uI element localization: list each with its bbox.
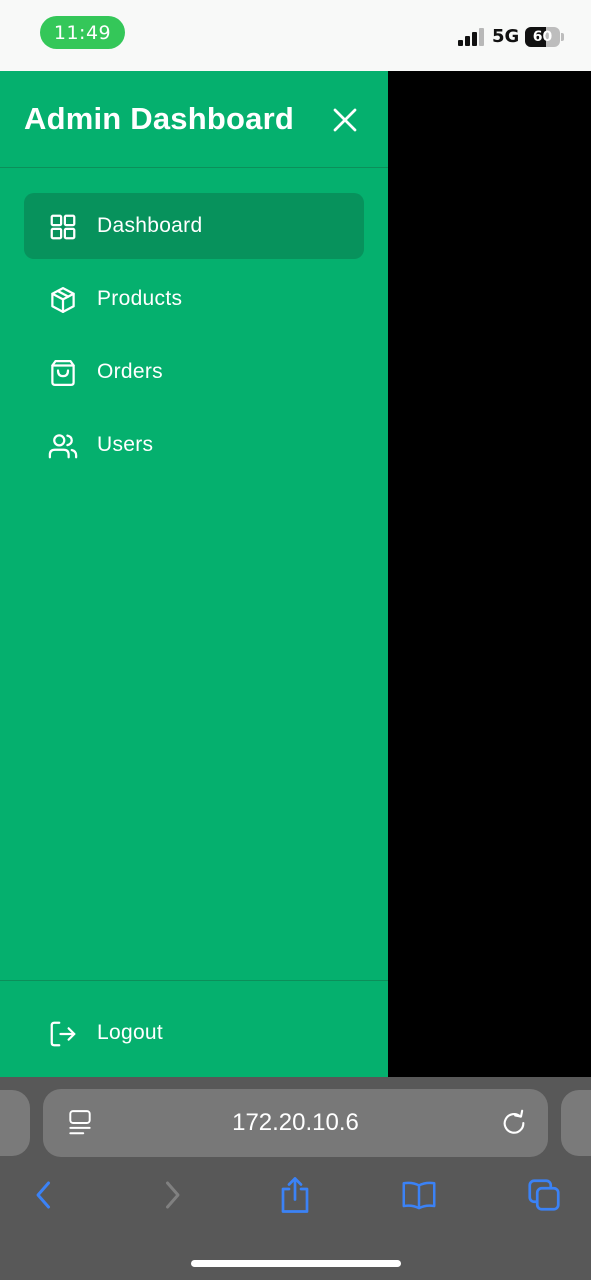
logout-button[interactable]: Logout (24, 1000, 364, 1066)
shopping-bag-icon (51, 360, 75, 386)
sidebar-item-label: Orders (97, 360, 163, 383)
cellular-signal-icon (458, 28, 484, 46)
grid-icon (50, 214, 76, 240)
sidebar-title: Admin Dashboard (24, 101, 294, 136)
status-bar: 11:49 5G 60 (0, 0, 591, 71)
share-icon[interactable] (277, 1175, 313, 1215)
url-text: 172.20.10.6 (232, 1109, 359, 1136)
home-indicator[interactable] (191, 1260, 401, 1267)
previous-tab-preview[interactable] (0, 1090, 30, 1156)
sidebar-item-label: Dashboard (97, 214, 203, 237)
back-icon[interactable] (26, 1175, 62, 1215)
address-bar[interactable]: 172.20.10.6 (43, 1089, 548, 1157)
next-tab-preview[interactable] (561, 1090, 591, 1156)
bookmarks-icon[interactable] (401, 1175, 437, 1215)
users-icon (48, 434, 78, 459)
logout-icon (50, 1021, 76, 1047)
network-type: 5G (492, 26, 520, 47)
sidebar-item-orders[interactable]: Orders (24, 339, 364, 405)
page-overlay[interactable] (388, 71, 591, 1077)
sidebar: Admin Dashboard Dashboard Products Order… (0, 71, 388, 1077)
logout-label: Logout (97, 1021, 164, 1044)
sidebar-item-dashboard[interactable]: Dashboard (24, 193, 364, 259)
sidebar-header: Admin Dashboard (0, 71, 388, 168)
sidebar-item-products[interactable]: Products (24, 266, 364, 332)
battery-tip (561, 33, 564, 41)
close-icon[interactable] (330, 105, 360, 135)
battery-percent: 60 (532, 29, 553, 45)
status-time: 11:49 (40, 16, 125, 49)
forward-icon[interactable] (154, 1175, 190, 1215)
box-icon (51, 287, 75, 313)
sidebar-item-label: Products (97, 287, 183, 310)
browser-toolbar: 172.20.10.6 (0, 1077, 591, 1280)
sidebar-footer-divider (0, 980, 388, 981)
tabs-icon[interactable] (526, 1175, 562, 1215)
sidebar-item-label: Users (97, 433, 154, 456)
battery-icon: 60 (525, 27, 560, 47)
reload-icon[interactable] (500, 1109, 528, 1137)
sidebar-item-users[interactable]: Users (24, 412, 364, 478)
